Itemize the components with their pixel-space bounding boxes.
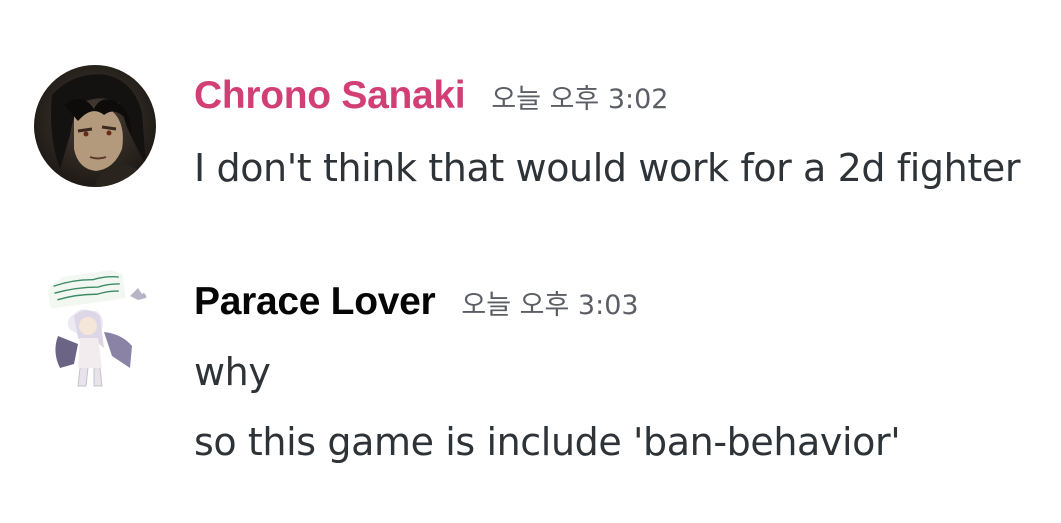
anime-character-avatar-icon (34, 268, 156, 390)
message-text: I don't think that would work for a 2d f… (194, 146, 1021, 190)
message-text: why (194, 350, 271, 394)
message-header: Chrono Sanaki 오늘 오후 3:02 (194, 74, 668, 118)
timestamp[interactable]: 오늘 오후 3:02 (491, 77, 668, 116)
username[interactable]: Chrono Sanaki (194, 74, 466, 118)
timestamp[interactable]: 오늘 오후 3:03 (461, 283, 638, 322)
anime-character-avatar-icon (34, 65, 156, 187)
username[interactable]: Parace Lover (194, 280, 436, 324)
message-header: Parace Lover 오늘 오후 3:03 (194, 280, 639, 324)
user-avatar[interactable] (34, 268, 156, 390)
user-avatar[interactable] (34, 65, 156, 187)
message-text: so this game is include 'ban-behavior' (194, 420, 901, 464)
